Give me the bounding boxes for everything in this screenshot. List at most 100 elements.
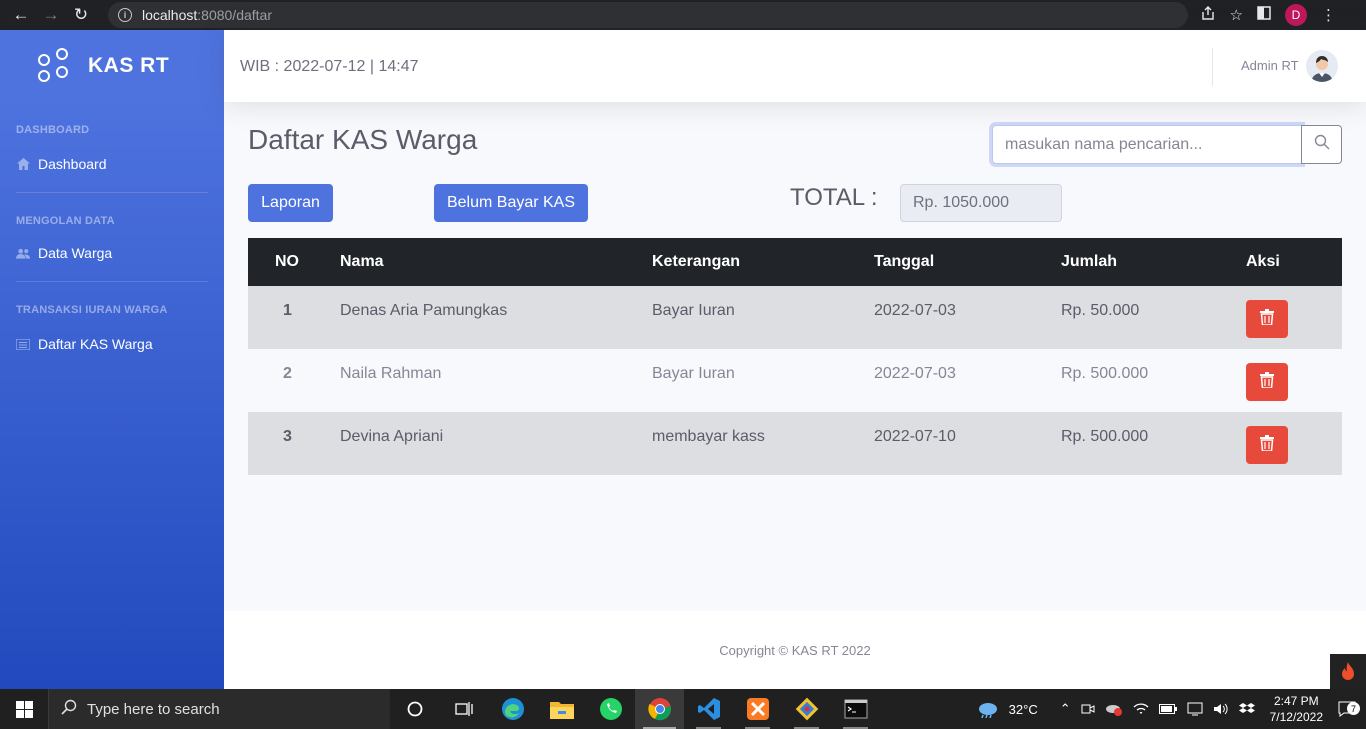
fire-icon[interactable] xyxy=(1330,654,1366,689)
site-info-icon[interactable]: i xyxy=(118,8,132,22)
sidebar-heading: DASHBOARD xyxy=(16,124,90,136)
column-header-keterangan: Keterangan xyxy=(652,253,741,270)
display-icon[interactable] xyxy=(1182,702,1208,716)
users-icon xyxy=(16,246,30,260)
delete-button[interactable] xyxy=(1246,363,1288,401)
cell-keterangan: membayar kass xyxy=(652,428,765,445)
sidebar-item-label: Data Warga xyxy=(38,245,113,261)
taskbar-search-placeholder: Type here to search xyxy=(87,700,220,718)
cell-no: 2 xyxy=(283,365,292,382)
chevron-up-icon[interactable]: ⌃ xyxy=(1055,701,1076,717)
search-placeholder: masukan nama pencarian... xyxy=(1005,135,1203,153)
taskbar-date: 7/12/2022 xyxy=(1269,710,1323,724)
sidebar-item-label: Daftar KAS Warga xyxy=(38,336,153,352)
taskbar-clock[interactable]: 2:47 PM 7/12/2022 xyxy=(1260,693,1333,725)
sidebar-heading: MENGOLAN DATA xyxy=(16,215,115,227)
notification-count-badge: 7 xyxy=(1347,702,1360,715)
cell-tanggal: 2022-07-10 xyxy=(874,428,956,445)
search-icon xyxy=(1314,134,1330,155)
task-view-icon[interactable] xyxy=(439,689,488,729)
cell-nama: Naila Rahman xyxy=(340,365,442,382)
brand-name: KAS RT xyxy=(88,54,170,77)
delete-button[interactable] xyxy=(1246,426,1288,464)
weather-icon[interactable] xyxy=(972,700,1004,718)
user-avatar[interactable] xyxy=(1306,50,1338,82)
volume-icon[interactable] xyxy=(1208,702,1234,716)
browser-toolbar: ← → ↻ i localhost:8080/daftar ☆ D ⋮ xyxy=(0,0,1366,30)
cell-no: 3 xyxy=(283,428,292,445)
belum-bayar-kas-button[interactable]: Belum Bayar KAS xyxy=(434,184,588,222)
notification-icon[interactable]: 7 xyxy=(1333,701,1366,717)
column-header-tanggal: Tanggal xyxy=(874,253,935,270)
cortana-icon[interactable] xyxy=(390,689,439,729)
table-row: 1 Denas Aria Pamungkas Bayar Iuran 2022-… xyxy=(248,286,1342,349)
trash-icon xyxy=(1260,308,1274,330)
search-icon xyxy=(61,699,77,719)
taskbar-search[interactable]: Type here to search xyxy=(48,689,390,729)
total-label: TOTAL : xyxy=(790,184,878,211)
search-button[interactable] xyxy=(1301,125,1342,164)
terminal-icon[interactable] xyxy=(831,689,880,729)
kas-table: NO Nama Keterangan Tanggal Jumlah Aksi 1… xyxy=(248,238,1342,475)
list-icon xyxy=(16,337,30,351)
table-header: NO Nama Keterangan Tanggal Jumlah Aksi xyxy=(248,238,1342,286)
url-path: :8080/daftar xyxy=(197,7,272,23)
system-tray: 32°C ⌃ 2:47 PM 7/12/2022 7 xyxy=(972,689,1366,729)
weather-temperature[interactable]: 32°C xyxy=(1004,702,1043,717)
topbar-divider xyxy=(1212,48,1213,86)
sidebar-brand[interactable]: KAS RT xyxy=(0,30,224,102)
edge-icon[interactable] xyxy=(488,689,537,729)
cell-jumlah: Rp. 50.000 xyxy=(1061,302,1140,319)
sourcetree-icon[interactable] xyxy=(782,689,831,729)
onedrive-error-icon[interactable] xyxy=(1100,702,1128,716)
battery-icon[interactable] xyxy=(1154,704,1182,714)
meet-now-icon[interactable] xyxy=(1076,702,1100,716)
chrome-icon[interactable] xyxy=(635,689,684,729)
home-icon xyxy=(16,157,30,171)
file-explorer-icon[interactable] xyxy=(537,689,586,729)
address-bar[interactable]: i localhost:8080/daftar xyxy=(108,2,1188,28)
sidebar-item-label: Dashboard xyxy=(38,156,107,172)
forward-icon[interactable]: → xyxy=(36,0,66,30)
table-row: 3 Devina Apriani membayar kass 2022-07-1… xyxy=(248,412,1342,475)
back-icon[interactable]: ← xyxy=(6,0,36,30)
cell-nama: Devina Apriani xyxy=(340,428,444,445)
bookmark-star-icon[interactable]: ☆ xyxy=(1230,6,1243,24)
cell-jumlah: Rp. 500.000 xyxy=(1061,365,1149,382)
wifi-icon[interactable] xyxy=(1128,702,1154,716)
sidebar-item-daftar-kas[interactable]: Daftar KAS Warga xyxy=(0,324,224,364)
side-panel-icon[interactable] xyxy=(1257,6,1271,24)
share-icon[interactable] xyxy=(1200,5,1216,25)
cell-tanggal: 2022-07-03 xyxy=(874,365,956,382)
reload-icon[interactable]: ↻ xyxy=(66,0,96,30)
total-value-field: Rp. 1050.000 xyxy=(900,184,1062,222)
url-host: localhost xyxy=(142,7,198,23)
vscode-icon[interactable] xyxy=(684,689,733,729)
topbar: WIB : 2022-07-12 | 14:47 Admin RT xyxy=(224,30,1366,102)
sidebar-item-data-warga[interactable]: Data Warga xyxy=(0,233,224,273)
xampp-icon[interactable] xyxy=(733,689,782,729)
laporan-button[interactable]: Laporan xyxy=(248,184,333,222)
search-input[interactable]: masukan nama pencarian... xyxy=(992,125,1302,164)
copyright-text: Copyright © KAS RT 2022 xyxy=(719,642,871,658)
footer: Copyright © KAS RT 2022 xyxy=(224,611,1366,689)
cell-no: 1 xyxy=(283,302,292,319)
cell-jumlah: Rp. 500.000 xyxy=(1061,428,1149,445)
sidebar-heading: TRANSAKSI IURAN WARGA xyxy=(16,304,168,316)
user-name[interactable]: Admin RT xyxy=(1241,58,1299,73)
menu-kebab-icon[interactable]: ⋮ xyxy=(1321,6,1336,24)
cell-nama: Denas Aria Pamungkas xyxy=(340,302,508,319)
cell-keterangan: Bayar Iuran xyxy=(652,302,735,319)
datetime-display: WIB : 2022-07-12 | 14:47 xyxy=(240,58,419,75)
brand-logo-icon xyxy=(36,48,72,84)
trash-icon xyxy=(1260,434,1274,456)
sidebar-item-dashboard[interactable]: Dashboard xyxy=(0,144,224,184)
windows-start-icon[interactable] xyxy=(0,689,48,729)
cell-tanggal: 2022-07-03 xyxy=(874,302,956,319)
page-title: Daftar KAS Warga xyxy=(248,124,478,155)
cell-keterangan: Bayar Iuran xyxy=(652,365,735,382)
whatsapp-icon[interactable] xyxy=(586,689,635,729)
profile-avatar[interactable]: D xyxy=(1285,4,1307,26)
delete-button[interactable] xyxy=(1246,300,1288,338)
dropbox-icon[interactable] xyxy=(1234,702,1260,716)
